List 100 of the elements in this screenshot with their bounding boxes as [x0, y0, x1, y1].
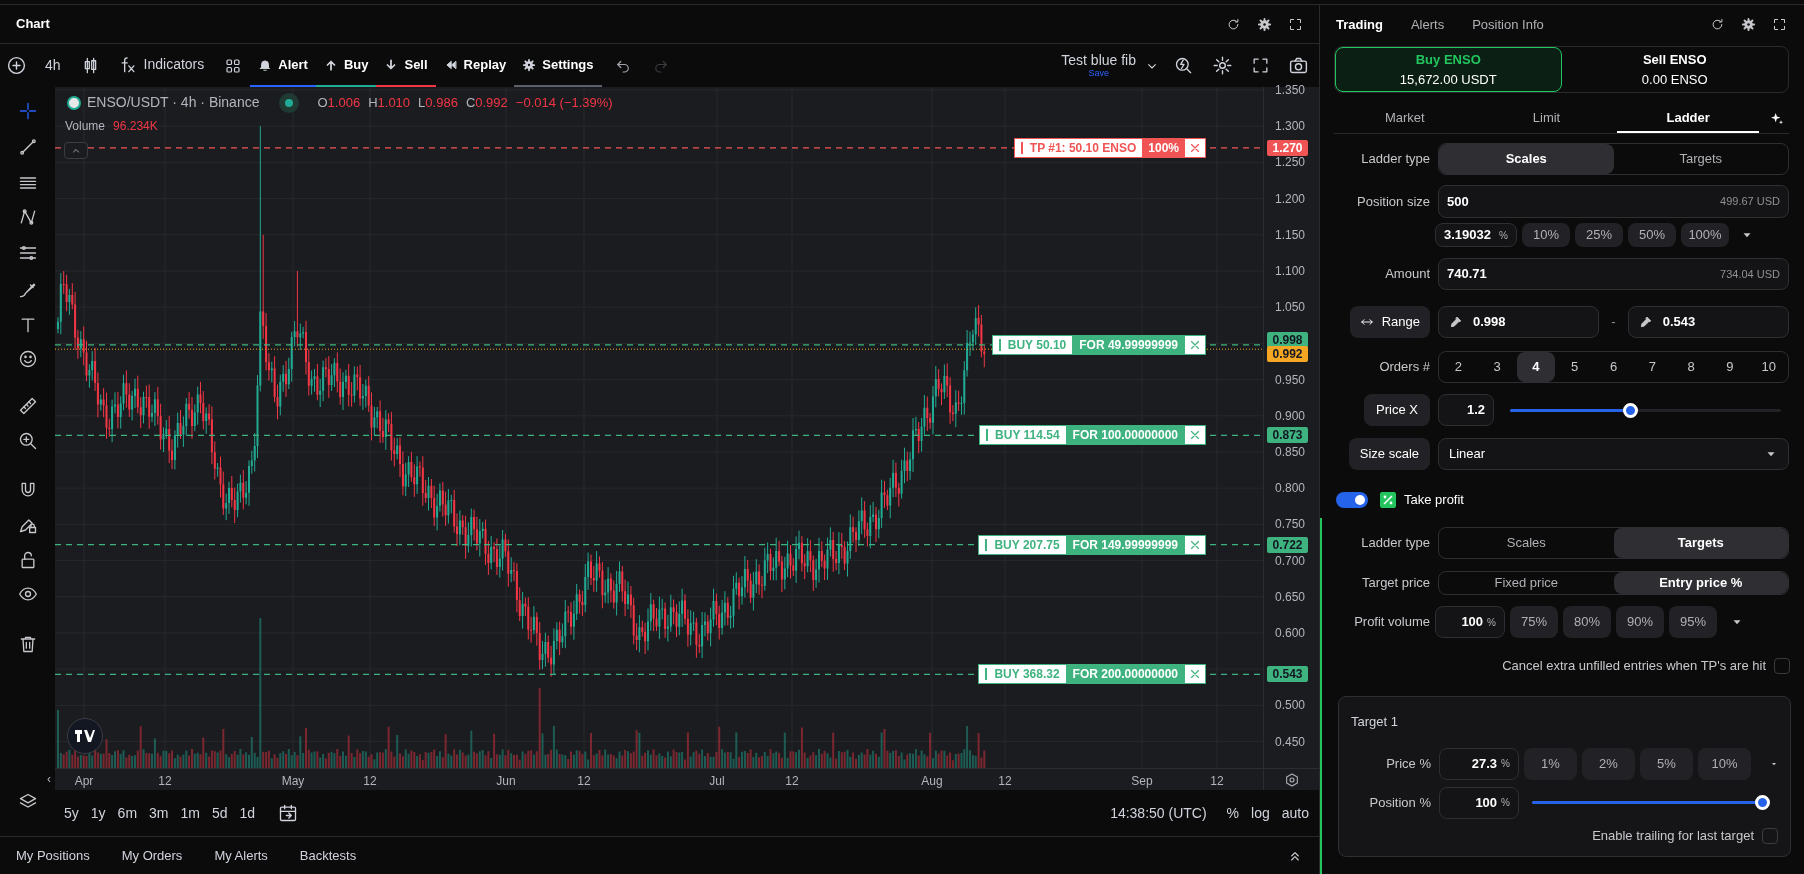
preset-button[interactable]: 25%	[1575, 223, 1623, 247]
crosshair-icon[interactable]	[17, 101, 38, 121]
position-percent-field[interactable]: 100 %	[1439, 786, 1519, 819]
price-x-button[interactable]: Price X	[1364, 394, 1430, 426]
segment-option[interactable]: Scales	[1439, 528, 1614, 558]
slider[interactable]	[1510, 402, 1781, 418]
ruler-icon[interactable]	[17, 396, 38, 416]
price-percent-field[interactable]: 27.3 %	[1439, 747, 1519, 780]
refresh-icon[interactable]	[1710, 17, 1725, 32]
refresh-icon[interactable]	[1226, 16, 1241, 32]
bottom-tab[interactable]: My Alerts	[198, 845, 284, 866]
range-button[interactable]: 5d	[206, 802, 233, 824]
settings-icon[interactable]	[1283, 771, 1300, 788]
order-count-option[interactable]: 9	[1710, 352, 1750, 382]
indicators-button[interactable]: Indicators	[109, 44, 213, 87]
preset-button[interactable]: 100%	[1681, 223, 1729, 247]
line-tool-icon[interactable]	[17, 137, 38, 157]
checkbox[interactable]	[1774, 658, 1790, 674]
lightning-search-icon[interactable]	[1174, 55, 1194, 76]
bottom-tab[interactable]: My Orders	[105, 845, 199, 866]
preset-button[interactable]: 75%	[1510, 606, 1558, 638]
eyedropper-icon[interactable]	[1449, 315, 1463, 329]
panel-tab[interactable]: Position Info	[1472, 14, 1544, 35]
scale-dropdown[interactable]: Linear	[1438, 438, 1789, 470]
replay-button[interactable]: Replay	[435, 44, 515, 87]
fullscreen-icon[interactable]	[1251, 56, 1270, 75]
fullscreen-icon[interactable]	[1772, 17, 1787, 32]
order-count-option[interactable]: 2	[1439, 352, 1478, 382]
preset-button[interactable]: 1%	[1524, 747, 1577, 780]
order-type-tab[interactable]: Market	[1334, 104, 1476, 133]
layout-name[interactable]: Test blue fib	[1061, 53, 1136, 67]
checkbox[interactable]	[1762, 827, 1778, 844]
camera-icon[interactable]	[1288, 55, 1309, 76]
scale-option-button[interactable]: auto	[1275, 802, 1315, 824]
settings-icon[interactable]	[1741, 17, 1756, 32]
order-type-tab[interactable]: Ladder	[1617, 104, 1759, 133]
scale-option-button[interactable]: %	[1220, 802, 1246, 824]
zoom-in-icon[interactable]	[17, 431, 38, 451]
segment-option[interactable]: Targets	[1613, 528, 1788, 558]
order-count-option[interactable]: 4	[1516, 352, 1556, 382]
settings-icon[interactable]	[1212, 55, 1233, 76]
grid-icon[interactable]	[224, 56, 243, 75]
segment-option[interactable]: Scales	[1439, 144, 1614, 174]
order-count-option[interactable]: 6	[1594, 352, 1633, 382]
utc-clock[interactable]: 14:38:50 (UTC)	[1110, 802, 1207, 824]
preset-button[interactable]: 2%	[1582, 747, 1635, 780]
amount-field[interactable]: 740.71 734.04 USD	[1438, 258, 1789, 290]
preset-button[interactable]: 80%	[1563, 606, 1611, 638]
order-count-option[interactable]: 7	[1632, 352, 1672, 382]
range-button[interactable]: 6m	[112, 802, 143, 824]
preset-button[interactable]: 90%	[1616, 606, 1664, 638]
order-count-option[interactable]: 10	[1749, 352, 1789, 382]
preset-button[interactable]: 10%	[1522, 223, 1570, 247]
toggle-switch[interactable]	[1336, 492, 1368, 508]
bottom-tab[interactable]: Backtests	[283, 845, 373, 866]
range-button[interactable]: Range	[1349, 306, 1430, 338]
slider[interactable]	[1532, 795, 1770, 810]
cancel-order-button[interactable]	[1184, 664, 1206, 685]
buy-tab[interactable]: Buy ENSO 15,672.00 USDT	[1335, 47, 1562, 92]
fib-tool-icon[interactable]	[17, 243, 38, 263]
multiplier-field[interactable]: 1.2	[1438, 394, 1494, 426]
order-type-tab[interactable]: Limit	[1475, 104, 1618, 133]
slider-thumb[interactable]	[1622, 402, 1638, 418]
preset-button[interactable]: 10%	[1698, 747, 1751, 780]
preset-button[interactable]: 50%	[1628, 223, 1676, 247]
add-icon[interactable]	[6, 55, 27, 76]
segment-option[interactable]: Entry price %	[1613, 572, 1788, 594]
range-button[interactable]: 1m	[175, 802, 205, 824]
segment-option[interactable]: Fixed price	[1439, 572, 1614, 594]
slider-thumb[interactable]	[1755, 795, 1770, 810]
preset-button[interactable]: 5%	[1640, 747, 1693, 780]
order-count-option[interactable]: 5	[1555, 352, 1595, 382]
cancel-order-button[interactable]	[1184, 137, 1206, 158]
eyedropper-icon[interactable]	[1638, 315, 1653, 329]
interval-button[interactable]: 4h	[43, 55, 63, 76]
bottom-tab[interactable]: My Positions	[0, 845, 106, 866]
emoji-icon[interactable]	[17, 349, 38, 369]
order-count-option[interactable]: 3	[1477, 352, 1517, 382]
settings-icon[interactable]	[1257, 16, 1272, 32]
scale-option-button[interactable]: log	[1245, 802, 1276, 824]
fullscreen-icon[interactable]	[1288, 16, 1303, 32]
range-button[interactable]: 3m	[144, 802, 174, 824]
scroll-left-button[interactable]: ‹	[47, 770, 51, 788]
range-button[interactable]: 1y	[85, 802, 111, 824]
segment-option[interactable]: Targets	[1613, 144, 1788, 174]
panel-tab[interactable]: Alerts	[1410, 14, 1445, 35]
position-size-field[interactable]: 500 499.67 USD	[1438, 185, 1789, 218]
cancel-order-button[interactable]	[1184, 425, 1206, 446]
save-link[interactable]: Save	[1088, 69, 1109, 78]
profit-volume-field[interactable]: 100 %	[1435, 606, 1505, 638]
range-button[interactable]: 5y	[59, 802, 84, 824]
panel-tab[interactable]: Trading	[1336, 14, 1383, 35]
calendar-icon[interactable]	[278, 803, 299, 823]
order-count-option[interactable]: 8	[1671, 352, 1711, 382]
symbol-title[interactable]: ENSO/USDT · 4h · Binance	[87, 92, 260, 113]
size-scale-button[interactable]: Size scale	[1348, 438, 1430, 470]
range-button[interactable]: 1d	[234, 802, 261, 824]
price-field[interactable]: 0.543	[1627, 306, 1789, 338]
preset-button[interactable]: 95%	[1669, 606, 1717, 638]
percent-field[interactable]: 3.19032 %	[1435, 223, 1517, 247]
